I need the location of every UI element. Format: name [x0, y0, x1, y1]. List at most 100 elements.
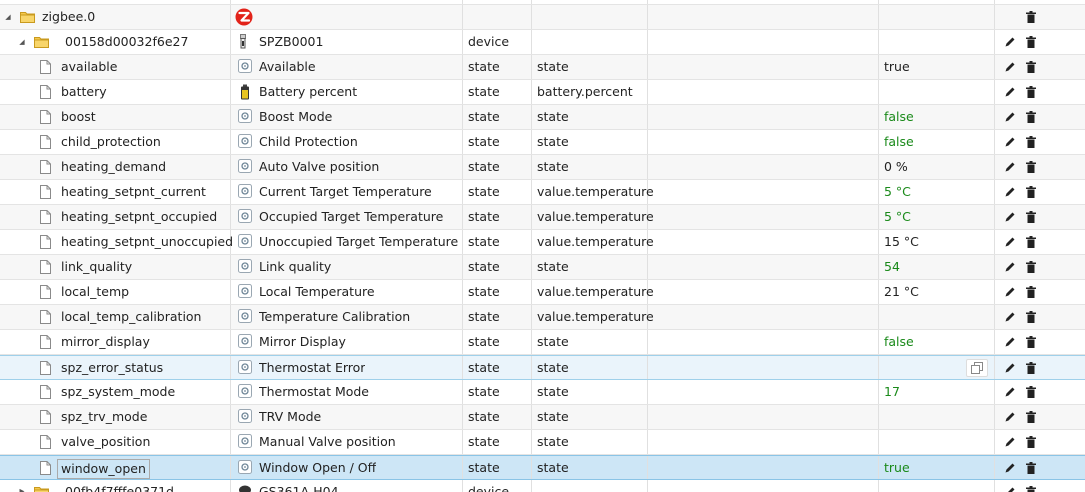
- object-id[interactable]: child_protection: [61, 130, 161, 154]
- edit-icon[interactable]: [1003, 35, 1017, 49]
- tree-state-row[interactable]: battery Battery percent state battery.perce…: [0, 80, 1085, 105]
- delete-icon[interactable]: [1024, 10, 1038, 24]
- edit-icon[interactable]: [1003, 385, 1017, 399]
- object-id[interactable]: heating_setpnt_occupied: [61, 205, 217, 229]
- tree-state-row[interactable]: boost Boost Mode state state false: [0, 105, 1085, 130]
- object-value[interactable]: 17: [884, 380, 900, 404]
- object-id[interactable]: local_temp: [61, 280, 129, 304]
- edit-icon[interactable]: [1003, 60, 1017, 74]
- object-id[interactable]: battery: [61, 80, 107, 104]
- object-id[interactable]: spz_error_status: [61, 356, 163, 380]
- delete-icon[interactable]: [1024, 485, 1038, 492]
- delete-icon[interactable]: [1024, 110, 1038, 124]
- tree-state-row[interactable]: spz_system_mode Thermostat Mode state state…: [0, 380, 1085, 405]
- tree-state-row[interactable]: local_temp Local Temperature state value.te…: [0, 280, 1085, 305]
- tree-state-row[interactable]: spz_error_status Thermostat Error state sta…: [0, 355, 1085, 380]
- object-id[interactable]: spz_trv_mode: [61, 405, 147, 429]
- edit-icon[interactable]: [1003, 285, 1017, 299]
- tree-folder-row[interactable]: ▸ 00fb4f7fffe0371d GS361A-H04 device: [0, 480, 1085, 492]
- object-value[interactable]: 21 °C: [884, 280, 919, 304]
- column-divider: [462, 456, 463, 479]
- object-value[interactable]: true: [884, 55, 910, 79]
- object-id[interactable]: valve_position: [61, 430, 150, 454]
- object-value[interactable]: 54: [884, 255, 900, 279]
- edit-icon[interactable]: [1003, 485, 1017, 492]
- edit-icon[interactable]: [1003, 361, 1017, 375]
- tree-state-row[interactable]: child_protection Child Protection state sta…: [0, 130, 1085, 155]
- object-id[interactable]: mirror_display: [61, 330, 150, 354]
- tree-state-row[interactable]: link_quality Link quality state state 54: [0, 255, 1085, 280]
- object-value[interactable]: false: [884, 130, 914, 154]
- object-value[interactable]: 0 %: [884, 155, 908, 179]
- delete-icon[interactable]: [1024, 35, 1038, 49]
- edit-icon[interactable]: [1003, 461, 1017, 475]
- tree-state-row[interactable]: window_open Window Open / Off state state tr…: [0, 455, 1085, 480]
- tree-state-row[interactable]: heating_setpnt_unoccupied Unoccupied Targ…: [0, 230, 1085, 255]
- object-value[interactable]: 5 °C: [884, 180, 911, 204]
- delete-icon[interactable]: [1024, 135, 1038, 149]
- object-value[interactable]: true: [884, 456, 910, 480]
- edit-icon[interactable]: [1003, 185, 1017, 199]
- tree-folder-row[interactable]: ◢ 00158d00032f6e27 SPZB0001 device: [0, 30, 1085, 55]
- object-name: SPZB0001: [259, 34, 324, 49]
- tree-state-row[interactable]: heating_demand Auto Valve position state st…: [0, 155, 1085, 180]
- tree-state-row[interactable]: mirror_display Mirror Display state state fa…: [0, 330, 1085, 355]
- object-id[interactable]: heating_setpnt_unoccupied: [61, 230, 233, 254]
- column-divider: [878, 330, 879, 354]
- edit-icon[interactable]: [1003, 160, 1017, 174]
- object-id[interactable]: link_quality: [61, 255, 132, 279]
- delete-icon[interactable]: [1024, 185, 1038, 199]
- tree-state-row[interactable]: local_temp_calibration Temperature Calibr…: [0, 305, 1085, 330]
- object-id[interactable]: 00fb4f7fffe0371d: [65, 480, 174, 492]
- object-id[interactable]: zigbee.0: [42, 5, 95, 29]
- collapse-arrow-icon[interactable]: ◢: [2, 5, 14, 29]
- expand-arrow-icon[interactable]: ▸: [16, 480, 28, 492]
- edit-icon[interactable]: [1003, 235, 1017, 249]
- edit-icon[interactable]: [1003, 435, 1017, 449]
- object-id[interactable]: local_temp_calibration: [61, 305, 202, 329]
- delete-icon[interactable]: [1024, 435, 1038, 449]
- edit-icon[interactable]: [1003, 110, 1017, 124]
- object-id[interactable]: heating_demand: [61, 155, 166, 179]
- delete-icon[interactable]: [1024, 385, 1038, 399]
- delete-icon[interactable]: [1024, 410, 1038, 424]
- edit-icon[interactable]: [1003, 310, 1017, 324]
- object-id[interactable]: available: [61, 55, 117, 79]
- object-id[interactable]: boost: [61, 105, 96, 129]
- file-icon: [40, 185, 51, 199]
- object-value[interactable]: false: [884, 105, 914, 129]
- object-value[interactable]: false: [884, 330, 914, 354]
- delete-icon[interactable]: [1024, 335, 1038, 349]
- tree-state-row[interactable]: heating_setpnt_current Current Target Tem…: [0, 180, 1085, 205]
- edit-icon[interactable]: [1003, 210, 1017, 224]
- edit-icon[interactable]: [1003, 260, 1017, 274]
- tree-state-row[interactable]: heating_setpnt_occupied Occupied Target T…: [0, 205, 1085, 230]
- object-id[interactable]: 00158d00032f6e27: [65, 30, 188, 54]
- delete-icon[interactable]: [1024, 285, 1038, 299]
- tree-state-row[interactable]: valve_position Manual Valve position state…: [0, 430, 1085, 455]
- edit-icon[interactable]: [1003, 410, 1017, 424]
- delete-icon[interactable]: [1024, 461, 1038, 475]
- edit-icon[interactable]: [1003, 85, 1017, 99]
- object-value[interactable]: 15 °C: [884, 230, 919, 254]
- collapse-arrow-icon[interactable]: ◢: [16, 30, 28, 54]
- edit-icon[interactable]: [1003, 335, 1017, 349]
- object-id[interactable]: heating_setpnt_current: [61, 180, 206, 204]
- delete-icon[interactable]: [1024, 260, 1038, 274]
- tree-state-row[interactable]: available Available state state true: [0, 55, 1085, 80]
- tree-state-row[interactable]: spz_trv_mode TRV Mode state state: [0, 405, 1085, 430]
- copy-value-button[interactable]: [966, 359, 988, 377]
- tree-folder-row[interactable]: ◢ zigbee.0: [0, 5, 1085, 30]
- delete-icon[interactable]: [1024, 210, 1038, 224]
- object-name: Boost Mode: [259, 109, 333, 124]
- delete-icon[interactable]: [1024, 235, 1038, 249]
- delete-icon[interactable]: [1024, 60, 1038, 74]
- edit-icon[interactable]: [1003, 135, 1017, 149]
- object-value[interactable]: 5 °C: [884, 205, 911, 229]
- delete-icon[interactable]: [1024, 361, 1038, 375]
- delete-icon[interactable]: [1024, 85, 1038, 99]
- object-id[interactable]: spz_system_mode: [61, 380, 175, 404]
- delete-icon[interactable]: [1024, 310, 1038, 324]
- delete-icon[interactable]: [1024, 160, 1038, 174]
- object-id[interactable]: window_open: [57, 459, 150, 479]
